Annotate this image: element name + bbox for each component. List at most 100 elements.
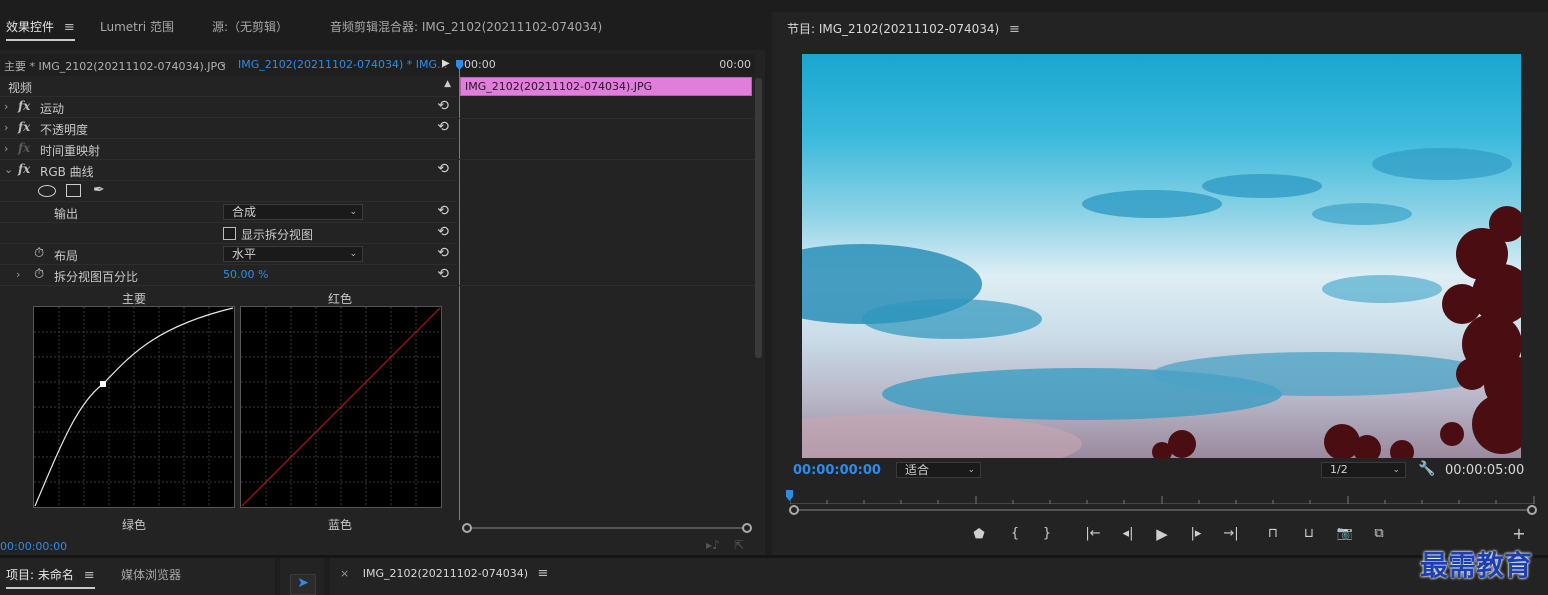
curve-title-green: 绿色 <box>122 518 147 532</box>
reset-icon[interactable]: ⟲ <box>437 161 449 177</box>
comparison-view-icon[interactable]: ⧉ <box>1368 526 1390 541</box>
zoom-handle-left[interactable] <box>462 523 472 533</box>
step-back-icon[interactable]: ◂| <box>1118 526 1138 541</box>
program-time-ruler[interactable] <box>789 490 1535 504</box>
chevron-right-icon[interactable]: › <box>16 268 20 281</box>
split-percent-value[interactable]: 50.00 % <box>223 268 268 281</box>
audio-export-icon[interactable]: ▸♪ <box>706 538 720 552</box>
tab-lumetri-scopes[interactable]: Lumetri 范围 <box>100 18 174 35</box>
layout-value: 水平 <box>232 247 257 261</box>
chevron-right-icon[interactable]: › <box>4 142 8 155</box>
curve-title-blue: 蓝色 <box>328 518 353 532</box>
export-frame-camera-icon[interactable]: 📷 <box>1334 526 1356 541</box>
go-to-out-icon[interactable]: →| <box>1220 526 1242 541</box>
program-zoom-bar[interactable] <box>789 505 1537 515</box>
zoom-track <box>468 527 748 529</box>
close-icon[interactable]: × <box>340 567 349 580</box>
chevron-down-icon: ⌄ <box>349 249 357 259</box>
resolution-dropdown[interactable]: 1/2 ⌄ <box>1321 462 1406 478</box>
reset-icon[interactable]: ⟲ <box>437 245 449 261</box>
sequence-clip-label[interactable]: IMG_2102(20211102-074034) * IMG... <box>238 58 448 71</box>
tab-effect-controls[interactable]: 效果控件 ≡ <box>6 18 75 41</box>
vertical-scrollbar[interactable] <box>755 78 762 358</box>
step-forward-icon[interactable]: |▸ <box>1186 526 1206 541</box>
zoom-fit-value: 适合 <box>905 463 930 477</box>
sequence-tab[interactable]: × IMG_2102(20211102-074034) ≡ <box>340 566 548 581</box>
tab-source[interactable]: 源:（无剪辑） <box>212 18 288 35</box>
export-frame-icon[interactable]: ⇱ <box>734 538 744 552</box>
tab-audio-clip-mixer[interactable]: 音频剪辑混合器: IMG_2102(20211102-074034) <box>330 18 602 35</box>
ruler-ticks-svg <box>789 496 1535 504</box>
selection-tool-icon[interactable]: ➤ <box>290 574 316 595</box>
effect-row-motion[interactable]: › fx 运动 ⟲ <box>0 97 457 118</box>
output-row: 输出 合成 ⌄ ⟲ <box>0 202 457 223</box>
clip-selector-bar: 主要 * IMG_2102(20211102-074034).JPG ⌄ IMG… <box>0 54 458 76</box>
zoom-fit-dropdown[interactable]: 适合 ⌄ <box>896 462 981 478</box>
go-to-in-icon[interactable]: |← <box>1082 526 1104 541</box>
rectangle-mask-icon[interactable] <box>66 184 81 197</box>
effect-row-opacity[interactable]: › fx 不透明度 ⟲ <box>0 118 457 139</box>
reset-icon[interactable]: ⟲ <box>437 224 449 240</box>
ellipse-mask-icon[interactable] <box>38 185 56 197</box>
split-view-checkbox[interactable] <box>223 227 236 240</box>
effect-row-rgb-curves[interactable]: ⌄ fx RGB 曲线 ⟲ <box>0 160 457 181</box>
fx-icon[interactable]: fx <box>18 162 30 176</box>
timeline-clip-bar[interactable]: IMG_2102(20211102-074034).JPG <box>460 77 752 96</box>
effect-motion-label: 运动 <box>40 102 65 116</box>
reset-icon[interactable]: ⟲ <box>437 98 449 114</box>
lift-icon[interactable]: ⊓ <box>1262 526 1284 541</box>
zoom-scrollbar[interactable] <box>462 523 752 533</box>
red-curve-graph[interactable] <box>240 306 442 508</box>
watermark-logo: 最需教育 <box>1420 549 1533 582</box>
panel-menu-icon[interactable]: ≡ <box>538 566 549 581</box>
wrench-settings-icon[interactable]: 🔧 <box>1418 461 1435 477</box>
extract-icon[interactable]: ⊔ <box>1298 526 1320 541</box>
program-zoom-handle-right[interactable] <box>1527 505 1537 515</box>
effect-controls-timecode[interactable]: 00:00:00:00 <box>0 540 67 553</box>
program-current-timecode[interactable]: 00:00:00:00 <box>793 463 881 478</box>
master-clip-label[interactable]: 主要 * IMG_2102(20211102-074034).JPG <box>4 58 226 74</box>
stopwatch-icon[interactable]: ⏱ <box>34 246 44 261</box>
zoom-handle-right[interactable] <box>742 523 752 533</box>
master-curve-svg <box>34 307 234 507</box>
mark-in-icon[interactable]: { <box>1006 526 1024 541</box>
collapse-arrow-icon[interactable]: ▲ <box>444 79 451 89</box>
play-only-icon[interactable]: ▶ <box>442 58 450 69</box>
panel-menu-icon[interactable]: ≡ <box>84 568 95 583</box>
chevron-right-icon[interactable]: › <box>4 121 8 134</box>
section-video-label: 视频 <box>8 81 33 95</box>
chevron-down-icon[interactable]: ⌄ <box>4 163 13 176</box>
effect-row-time-remap[interactable]: › fx 时间重映射 <box>0 139 457 160</box>
output-dropdown[interactable]: 合成 ⌄ <box>223 204 363 220</box>
reset-icon[interactable]: ⟲ <box>437 119 449 135</box>
stopwatch-icon[interactable]: ⏱ <box>34 267 44 282</box>
add-marker-icon[interactable]: ⬟ <box>970 527 988 542</box>
pen-mask-icon[interactable]: ✒ <box>93 182 105 198</box>
button-editor-plus-icon[interactable]: + <box>1510 524 1528 543</box>
master-curve-graph[interactable] <box>33 306 235 508</box>
reset-icon[interactable]: ⟲ <box>437 266 449 282</box>
fx-icon[interactable]: fx <box>18 120 30 134</box>
panel-menu-icon[interactable]: ≡ <box>64 20 75 35</box>
tab-project[interactable]: 项目: 未命名 ≡ <box>6 566 95 589</box>
timeline-end-time: 00:00 <box>719 58 751 71</box>
play-icon[interactable]: ▶ <box>1152 525 1172 543</box>
layout-label: 布局 <box>54 249 79 263</box>
red-curve-svg <box>241 307 441 507</box>
split-view-label[interactable]: 显示拆分视图 <box>241 226 313 243</box>
fx-icon: fx <box>18 141 31 155</box>
layout-dropdown[interactable]: 水平 ⌄ <box>223 246 363 262</box>
program-title-text: 节目: IMG_2102(20211102-074034) <box>787 22 1000 36</box>
chevron-right-icon[interactable]: › <box>4 100 8 113</box>
effect-rgb-curves-label: RGB 曲线 <box>40 165 94 179</box>
chevron-down-icon[interactable]: ⌄ <box>219 58 227 69</box>
tab-project-label: 项目: 未命名 <box>6 568 74 582</box>
fx-icon[interactable]: fx <box>18 99 30 113</box>
tab-media-browser[interactable]: 媒体浏览器 <box>121 566 181 583</box>
mark-out-icon[interactable]: } <box>1038 526 1056 541</box>
panel-menu-icon[interactable]: ≡ <box>1009 22 1020 37</box>
program-zoom-handle-left[interactable] <box>789 505 799 515</box>
reset-icon[interactable]: ⟲ <box>437 203 449 219</box>
playhead-line[interactable] <box>459 62 460 520</box>
program-video-frame[interactable] <box>802 54 1521 458</box>
